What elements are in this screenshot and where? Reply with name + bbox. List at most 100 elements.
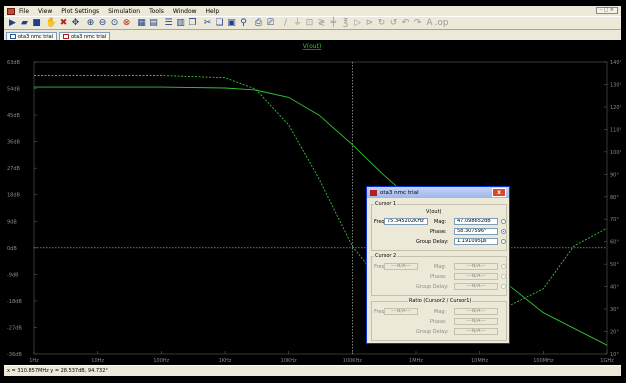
dialog-titlebar[interactable]: ota3 nmc trial	[367, 187, 509, 198]
new-plane-icon[interactable]: ▤	[148, 18, 159, 29]
zoom-cancel-icon[interactable]: ⊗	[121, 18, 132, 29]
zoom-fit-icon[interactable]: ⊙	[109, 18, 120, 29]
cursor1-gd-field[interactable]: 1.191095µs	[454, 238, 498, 245]
cursor1-phase-field[interactable]: 58.307596°	[454, 228, 498, 235]
left-tick-label: 45dB	[7, 113, 21, 119]
ratio-gd-field: ---N/A---	[454, 328, 498, 335]
tab-schematic[interactable]: ota3 nmc trial	[6, 32, 58, 40]
menu-help[interactable]: Help	[206, 8, 220, 15]
magnitude-trace	[34, 86, 608, 346]
cursor2-phase-radio	[501, 274, 506, 279]
x-tick-label: 1KHz	[219, 358, 232, 364]
label-icon[interactable]: ⊡	[304, 18, 315, 29]
cursor1-freq-field[interactable]: 75.345202KHz	[384, 218, 428, 225]
menu-window-label: Window	[172, 7, 197, 15]
right-tick-label: 140°	[610, 60, 621, 66]
cursor1-mag-radio[interactable]	[501, 219, 506, 224]
cursor1-trace-name: V(out)	[426, 209, 442, 215]
x-tick-label: 10MHz	[471, 358, 488, 364]
save-icon[interactable]: ■	[31, 18, 42, 29]
right-tick-label: 100°	[610, 150, 621, 156]
bode-plot-svg[interactable]: 63dB 54dB 45dB 36dB 27dB 18dB 9dB 0dB -9dB -18dB -…	[4, 40, 621, 365]
zoom-in-icon[interactable]: ⊕	[85, 18, 96, 29]
control-panel-icon[interactable]: ✋	[46, 18, 57, 29]
cascade-icon[interactable]: ❐	[187, 18, 198, 29]
print-icon[interactable]: ⎙	[253, 18, 264, 29]
app-icon	[7, 7, 15, 15]
zoom-out-icon[interactable]: ⊖	[97, 18, 108, 29]
capacitor-icon[interactable]: ╪	[328, 18, 339, 29]
status-bar: x = 310.857MHz y = 28.537dB, 94.732°	[4, 365, 621, 376]
left-tick-label: -18dB	[7, 299, 22, 305]
spice-directive-icon[interactable]: .op	[434, 18, 448, 29]
ratio-group: Ratio (Cursor2 / Cursor1) Freq: ---N/A--…	[371, 298, 507, 341]
autorange-icon[interactable]: ▦	[136, 18, 147, 29]
left-tick-label: 9dB	[7, 219, 17, 225]
pan-icon[interactable]: ✥	[70, 18, 81, 29]
undo-icon[interactable]: ↶	[400, 18, 411, 29]
cursor1-gd-radio[interactable]	[501, 239, 506, 244]
cursor2-mag-radio	[501, 264, 506, 269]
tab-schematic-label: ota3 nmc trial	[18, 33, 54, 40]
cursor1-group: Cursor 1 V(out) Freq: 75.345202KHz Mag: …	[371, 201, 507, 251]
cursor1-group-label: Cursor 1	[374, 201, 398, 207]
menu-tools[interactable]: Tools	[149, 8, 164, 15]
component-icon[interactable]: ⊳	[364, 18, 375, 29]
tile-horizontal-icon[interactable]: ☰	[163, 18, 174, 29]
window-controls[interactable]: - □ ×	[596, 7, 618, 14]
wire-icon[interactable]: ∕	[280, 18, 291, 29]
menu-simulation[interactable]: Simulation	[108, 8, 140, 15]
right-tick-label: 80°	[610, 195, 619, 201]
x-tick-label: 10KHz	[281, 358, 297, 364]
x-tick-label: 1MHz	[409, 358, 423, 364]
menu-view[interactable]: View	[38, 8, 52, 15]
cursor1-mag-field[interactable]: 47.098652dB	[454, 218, 498, 225]
cursor2-mag-label: Mag:	[434, 264, 447, 270]
cut-icon[interactable]: ✂	[202, 18, 213, 29]
cursor1-phase-radio[interactable]	[501, 229, 506, 234]
menu-plot-settings[interactable]: Plot Settings	[61, 8, 99, 15]
rotate-icon[interactable]: ↻	[376, 18, 387, 29]
open-icon[interactable]: ▰	[19, 18, 30, 29]
plot-traces	[34, 75, 608, 346]
cursor2-group: Cursor 2 Freq: ---N/A--- Mag: ---N/A--- …	[371, 253, 507, 296]
resistor-icon[interactable]: ≷	[316, 18, 327, 29]
phase-trace	[34, 75, 608, 321]
print-setup-icon[interactable]: ⎚	[265, 18, 276, 29]
cursor1-mag-label: Mag:	[434, 219, 447, 225]
redo-icon[interactable]: ↷	[412, 18, 423, 29]
halt-icon[interactable]: ✖	[58, 18, 69, 29]
right-tick-label: 70°	[610, 217, 619, 223]
cursor1-phase-label: Phase:	[430, 229, 447, 235]
schematic-icon	[10, 34, 16, 39]
left-tick-label: 54dB	[7, 87, 21, 93]
waveform-icon	[370, 189, 377, 196]
tab-waveform-label: ota3 nmc trial	[71, 33, 107, 40]
tile-vertical-icon[interactable]: ▥	[175, 18, 186, 29]
trace-name-label[interactable]: V(out)	[303, 43, 322, 50]
text-icon[interactable]: A	[424, 18, 435, 29]
waveform-plot[interactable]: 63dB 54dB 45dB 36dB 27dB 18dB 9dB 0dB -9dB -18dB -…	[4, 40, 621, 365]
copy-icon[interactable]: ❏	[214, 18, 225, 29]
left-tick-label: 27dB	[7, 166, 21, 172]
close-icon[interactable]: x	[492, 188, 506, 197]
tab-waveform[interactable]: ota3 nmc trial	[59, 32, 111, 40]
dialog-title: ota3 nmc trial	[380, 189, 419, 196]
run-icon[interactable]: ▶	[7, 18, 18, 29]
menu-file[interactable]: File	[19, 8, 29, 15]
ground-icon[interactable]: ⏚	[292, 18, 303, 29]
cursor2-freq-field: ---N/A---	[384, 263, 418, 270]
inductor-icon[interactable]: ℥	[340, 18, 351, 29]
x-axis-ticks: 1Hz 10Hz 100Hz 1KHz 10KHz 100KHz 1MHz 10MHz 100M…	[29, 358, 614, 364]
cursor-dialog: ota3 nmc trial x Cursor 1 V(out) Freq: 7…	[366, 186, 510, 344]
menu-bar: File View Plot Settings Simulation Tools…	[4, 6, 621, 16]
paste-icon[interactable]: ▣	[226, 18, 237, 29]
cursor2-phase-label: Phase:	[430, 274, 447, 280]
mirror-icon[interactable]: ↺	[388, 18, 399, 29]
menu-window[interactable]: Window	[173, 8, 197, 15]
diode-icon[interactable]: ▷	[352, 18, 363, 29]
left-axis-ticks: 63dB 54dB 45dB 36dB 27dB 18dB 9dB 0dB -9dB -18dB -…	[7, 60, 22, 358]
find-icon[interactable]: ⚲	[238, 18, 249, 29]
right-tick-label: 120°	[610, 105, 621, 111]
ratio-phase-field: ---N/A---	[454, 318, 498, 325]
